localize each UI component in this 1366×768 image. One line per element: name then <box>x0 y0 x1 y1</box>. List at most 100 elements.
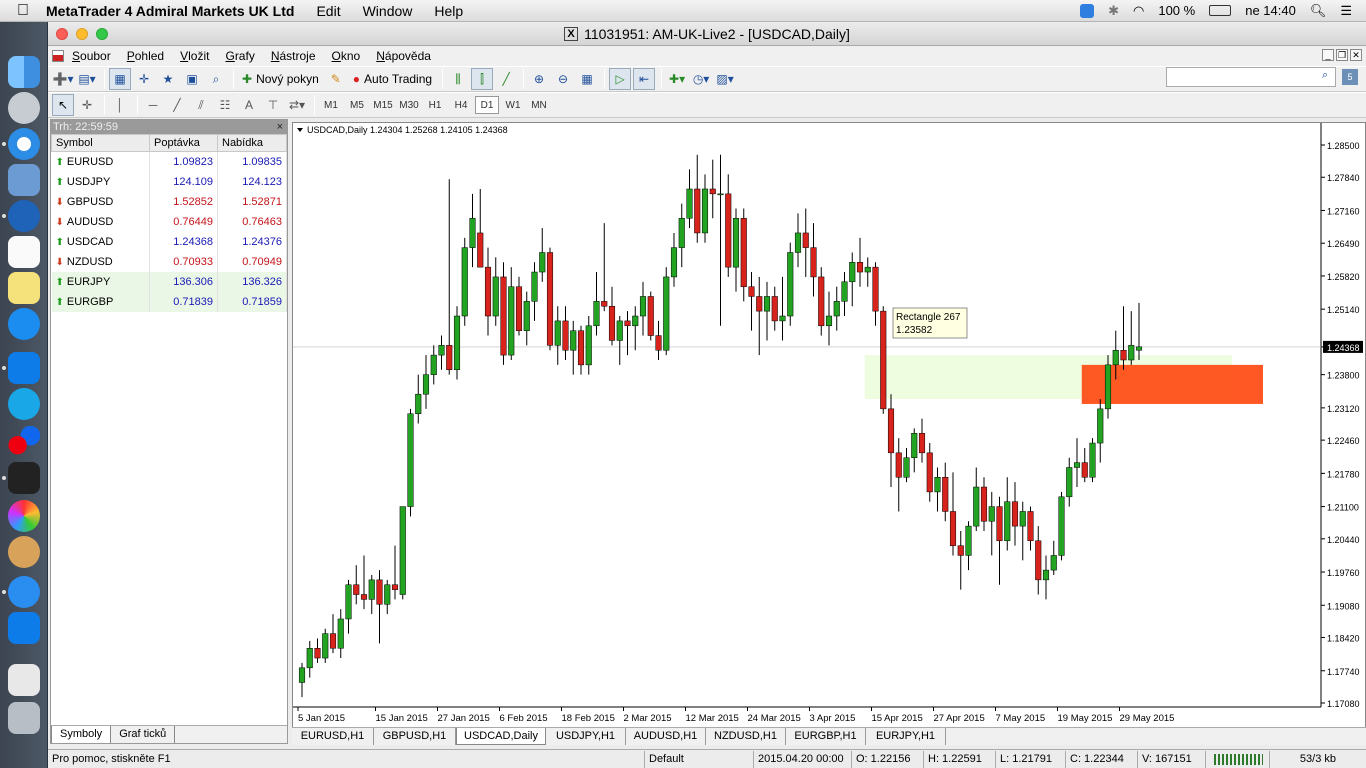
wifi-icon[interactable]: ◠ <box>1133 3 1144 19</box>
candle-body[interactable] <box>1042 569 1050 581</box>
zoom-in-icon[interactable]: ⊕ <box>528 68 550 90</box>
table-row[interactable]: ⬆ USDJPY 124.109 124.123 <box>51 171 287 192</box>
candle-body[interactable] <box>833 301 840 317</box>
finder-icon[interactable] <box>8 56 40 88</box>
timeframe-m1[interactable]: M1 <box>319 96 343 114</box>
skype-icon[interactable] <box>8 388 40 420</box>
metaeditor-icon[interactable]: ✎ <box>325 68 347 90</box>
candle-body[interactable] <box>601 301 608 307</box>
minimize-window-button[interactable] <box>76 28 88 40</box>
table-row[interactable]: ⬆ EURGBP 0.71839 0.71859 <box>51 291 287 312</box>
horizontal-line-icon[interactable]: ─ <box>142 94 164 116</box>
candle-body[interactable] <box>461 247 468 317</box>
paint-palette-icon[interactable] <box>8 536 40 568</box>
candle-body[interactable] <box>911 433 918 458</box>
candle-body[interactable] <box>1011 501 1019 527</box>
status-app-icon[interactable] <box>1080 3 1095 18</box>
candle-body[interactable] <box>849 262 856 283</box>
candle-body[interactable] <box>1035 540 1042 581</box>
teamviewer-icon[interactable] <box>8 352 40 384</box>
table-row[interactable]: ⬆ USDCAD 1.24368 1.24376 <box>51 231 287 252</box>
candle-body[interactable] <box>810 247 817 278</box>
menu-help[interactable]: Help <box>434 3 463 19</box>
status-profile[interactable]: Default <box>644 750 754 768</box>
candle-body[interactable] <box>926 452 933 493</box>
navigator-icon[interactable]: ★ <box>157 68 179 90</box>
equidistant-channel-icon[interactable]: ⫽ <box>190 94 212 116</box>
search-input[interactable] <box>1166 67 1336 87</box>
symbol-cell[interactable]: ⬆ USDJPY <box>51 171 150 192</box>
candle-body[interactable] <box>980 486 988 522</box>
candle-body[interactable] <box>779 315 786 322</box>
candle-body[interactable] <box>670 247 678 278</box>
spotlight-search-icon[interactable]: 🔍︎ <box>1310 3 1327 19</box>
menubar-clock[interactable]: ne 14:40 <box>1245 3 1296 18</box>
bluetooth-icon[interactable]: ✱ <box>1108 3 1119 19</box>
data-window-icon[interactable]: ✛ <box>133 68 155 90</box>
table-row[interactable]: ⬆ EURUSD 1.09823 1.09835 <box>51 151 287 172</box>
candle-body[interactable] <box>663 276 670 351</box>
notification-center-icon[interactable]: ☰ <box>1340 3 1352 19</box>
candle-body[interactable] <box>887 408 895 454</box>
candle-body[interactable] <box>740 218 747 287</box>
candle-body[interactable] <box>531 271 538 302</box>
timeframe-h1[interactable]: H1 <box>423 96 447 114</box>
candle-body[interactable] <box>322 633 329 659</box>
text-label-icon[interactable]: ⊤ <box>262 94 284 116</box>
trash-icon[interactable] <box>8 702 40 734</box>
candle-body[interactable] <box>593 301 600 327</box>
candle-body[interactable] <box>399 506 406 595</box>
timeframe-w1[interactable]: W1 <box>501 96 525 114</box>
photos-icon[interactable] <box>8 500 40 532</box>
candle-body[interactable] <box>539 252 546 273</box>
mdi-close-button[interactable]: ✕ <box>1350 49 1362 61</box>
candle-body[interactable] <box>391 584 399 590</box>
symbol-cell[interactable]: ⬆ EURUSD <box>51 151 150 172</box>
candle-body[interactable] <box>546 252 554 346</box>
menu-grafy[interactable]: Grafy <box>225 49 254 63</box>
candlestick-chart-icon[interactable]: ⫿ <box>471 68 494 90</box>
mdi-restore-button[interactable]: ❐ <box>1336 49 1348 61</box>
candle-body[interactable] <box>562 320 569 351</box>
candle-body[interactable] <box>376 579 383 605</box>
candle-body[interactable] <box>484 266 492 317</box>
candle-body[interactable] <box>957 545 964 556</box>
table-row[interactable]: ⬇ AUDUSD 0.76449 0.76463 <box>51 211 287 232</box>
candle-body[interactable] <box>1019 511 1026 527</box>
terminal-icon[interactable]: ▣ <box>181 68 203 90</box>
chart-shift-icon[interactable]: ⇤ <box>633 68 656 90</box>
chart-window[interactable]: 1.28500 1.27840 1.27160 1.26490 1.25820 1.251… <box>292 122 1366 728</box>
arrows-icon[interactable]: ⇄▾ <box>286 94 308 116</box>
candle-body[interactable] <box>841 281 848 302</box>
menu-nastroje[interactable]: Nástroje <box>271 49 316 63</box>
line-chart-icon[interactable]: ╱ <box>495 68 517 90</box>
candle-body[interactable] <box>430 354 437 375</box>
candle-body[interactable] <box>794 232 802 253</box>
candle-body[interactable] <box>523 301 530 331</box>
candle-body[interactable] <box>353 584 360 595</box>
candle-body[interactable] <box>918 433 926 454</box>
candle-body[interactable] <box>1050 555 1057 571</box>
chart-tab[interactable]: AUDUSD,H1 <box>626 728 706 745</box>
column-symbol[interactable]: Symbol <box>51 134 150 152</box>
timeframe-h4[interactable]: H4 <box>449 96 473 114</box>
menu-window[interactable]: Window <box>363 3 413 19</box>
candle-body[interactable] <box>1104 364 1112 410</box>
candle-body[interactable] <box>639 296 647 317</box>
candle-body[interactable] <box>973 486 980 527</box>
timeframe-mn[interactable]: MN <box>527 96 551 114</box>
messages-icon[interactable] <box>8 576 40 608</box>
candle-body[interactable] <box>771 296 778 322</box>
trendline-icon[interactable]: ╱ <box>166 94 188 116</box>
menu-soubor[interactable]: Soubor <box>72 49 111 63</box>
candle-body[interactable] <box>515 286 523 331</box>
candle-body[interactable] <box>763 296 771 312</box>
candle-body[interactable] <box>446 345 453 371</box>
candle-body[interactable] <box>508 286 515 356</box>
dots-app-icon[interactable] <box>8 426 40 458</box>
teamviewer-2-icon[interactable] <box>8 612 40 644</box>
candle-body[interactable] <box>709 188 716 195</box>
new-chart-icon[interactable]: ➕▾ <box>52 68 74 90</box>
timeframe-m30[interactable]: M30 <box>397 96 421 114</box>
candle-body[interactable] <box>825 315 833 327</box>
